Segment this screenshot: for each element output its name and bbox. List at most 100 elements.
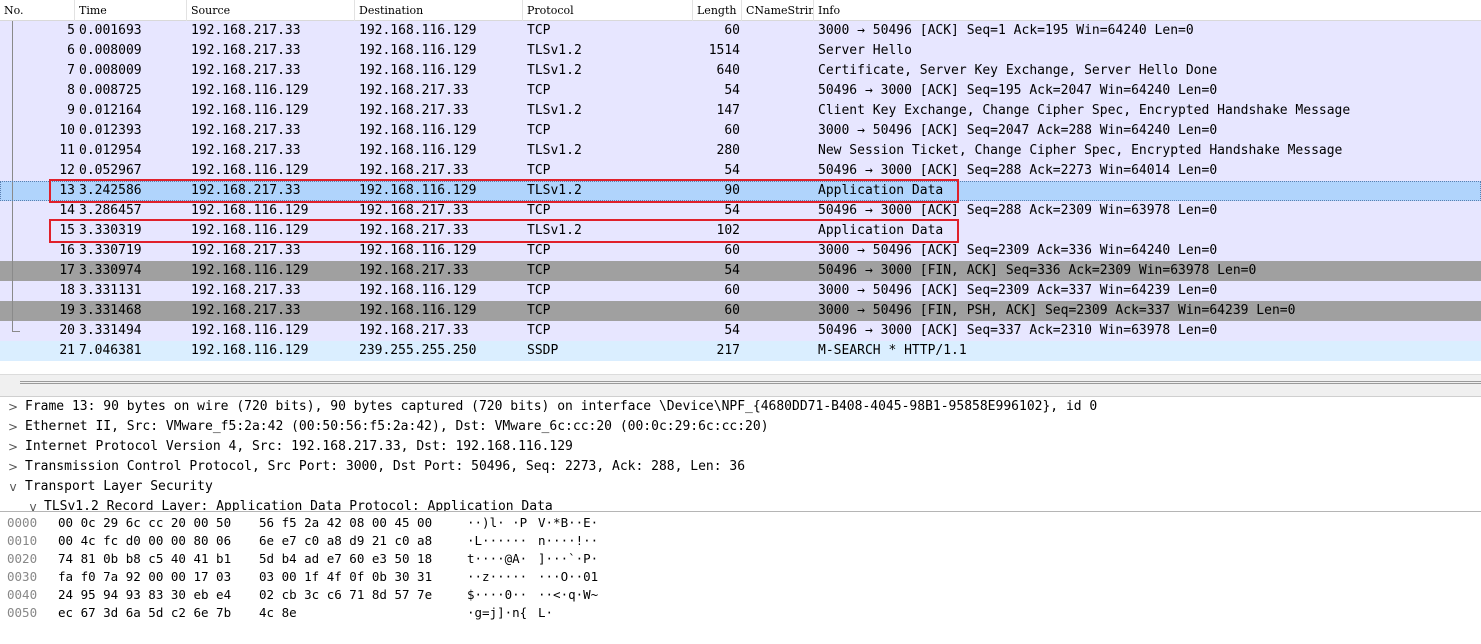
packet-length: 54 (724, 163, 740, 178)
expanded-chevron-icon[interactable]: v (26, 497, 40, 511)
packet-number: 9 (67, 103, 75, 118)
hex-bytes-group-1[interactable]: ec 67 3d 6a 5d c2 6e 7b (58, 604, 231, 622)
hex-bytes-group-1[interactable]: 24 95 94 93 83 30 eb e4 (58, 586, 231, 604)
hex-bytes-group-1[interactable]: fa f0 7a 92 00 00 17 03 (58, 568, 231, 586)
detail-tree-item[interactable]: > Transmission Control Protocol, Src Port… (0, 457, 1481, 477)
packet-time: 0.008009 (79, 43, 142, 58)
ascii-group-2[interactable]: n····!·· (538, 532, 598, 550)
packet-protocol: SSDP (527, 343, 559, 358)
hex-bytes-group-2[interactable]: 4c 8e (259, 604, 297, 622)
packet-row[interactable]: 21 7.046381 192.168.116.129 239.255.255.250… (0, 341, 1481, 361)
hex-bytes-group-2[interactable]: 02 cb 3c c6 71 8d 57 7e (259, 586, 432, 604)
ascii-group-2[interactable]: ]···`·P· (538, 550, 598, 568)
packet-destination: 192.168.217.33 (359, 223, 469, 238)
packet-bytes-pane[interactable]: 0000 00 0c 29 6c cc 20 00 50 56 f5 2a 42 0… (0, 511, 1481, 644)
packet-time: 0.012954 (79, 143, 142, 158)
detail-tree-item[interactable]: > Internet Protocol Version 4, Src: 192.1… (0, 437, 1481, 457)
expanded-chevron-icon[interactable]: v (6, 477, 20, 497)
packet-number: 20 (59, 323, 75, 338)
ascii-group-2[interactable]: ··<·q·W~ (538, 586, 598, 604)
packet-source: 192.168.217.33 (191, 23, 301, 38)
packet-number: 17 (59, 263, 75, 278)
packet-row[interactable]: 20 3.331494 192.168.116.129 192.168.217.33 T… (0, 321, 1481, 341)
packet-source: 192.168.217.33 (191, 143, 301, 158)
detail-tree-item[interactable]: > Ethernet II, Src: VMware_f5:2a:42 (00:5… (0, 417, 1481, 437)
packet-row[interactable]: 9 0.012164 192.168.116.129 192.168.217.33 TL… (0, 101, 1481, 121)
packet-destination: 192.168.217.33 (359, 163, 469, 178)
ascii-group-1[interactable]: ·g=j]·n{ (467, 604, 527, 622)
packet-row[interactable]: 13 3.242586 192.168.217.33 192.168.116.129 T… (0, 181, 1481, 201)
column-header-length[interactable]: Length (693, 0, 742, 21)
hex-offset[interactable]: 0050 (7, 604, 37, 622)
hex-bytes-group-2[interactable]: 03 00 1f 4f 0f 0b 30 31 (259, 568, 432, 586)
ascii-group-1[interactable]: $····0·· (467, 586, 527, 604)
packet-row[interactable]: 8 0.008725 192.168.116.129 192.168.217.33 TC… (0, 81, 1481, 101)
packet-row[interactable]: 14 3.286457 192.168.116.129 192.168.217.33 T… (0, 201, 1481, 221)
column-header-destination[interactable]: Destination (355, 0, 523, 21)
packet-row[interactable]: 17 3.330974 192.168.116.129 192.168.217.33 T… (0, 261, 1481, 281)
packet-info: 3000 → 50496 [ACK] Seq=2047 Ack=288 Win=… (818, 123, 1218, 138)
hex-offset[interactable]: 0010 (7, 532, 37, 550)
column-header-info[interactable]: Info (814, 0, 1481, 21)
ascii-group-2[interactable]: L· (538, 604, 553, 622)
ascii-group-2[interactable]: ···O··01 (538, 568, 598, 586)
ascii-group-1[interactable]: ··z····· (467, 568, 527, 586)
packet-destination: 192.168.116.129 (359, 143, 477, 158)
packet-row[interactable]: 6 0.008009 192.168.217.33 192.168.116.129 TL… (0, 41, 1481, 61)
packet-row[interactable]: 12 0.052967 192.168.116.129 192.168.217.33 T… (0, 161, 1481, 181)
packet-time: 0.008725 (79, 83, 142, 98)
column-header-protocol[interactable]: Protocol (523, 0, 693, 21)
hex-offset[interactable]: 0040 (7, 586, 37, 604)
column-header-source[interactable]: Source (187, 0, 355, 21)
column-header-no[interactable]: No. (0, 0, 75, 21)
ascii-group-1[interactable]: ·L······ (467, 532, 527, 550)
packet-length: 90 (724, 183, 740, 198)
ascii-group-2[interactable]: V·*B··E· (538, 514, 598, 532)
packet-destination: 192.168.217.33 (359, 323, 469, 338)
packet-destination: 192.168.116.129 (359, 243, 477, 258)
collapsed-chevron-icon[interactable]: > (6, 457, 20, 477)
packet-destination: 192.168.217.33 (359, 263, 469, 278)
hex-offset[interactable]: 0020 (7, 550, 37, 568)
packet-destination: 192.168.217.33 (359, 83, 469, 98)
packet-length: 60 (724, 23, 740, 38)
collapsed-chevron-icon[interactable]: > (6, 417, 20, 437)
packet-info: 50496 → 3000 [FIN, ACK] Seq=336 Ack=2309… (818, 263, 1257, 278)
detail-tree-item[interactable]: > Frame 13: 90 bytes on wire (720 bits), … (0, 397, 1481, 417)
packet-row[interactable]: 18 3.331131 192.168.217.33 192.168.116.129 T… (0, 281, 1481, 301)
packet-length: 102 (716, 223, 740, 238)
hex-bytes-group-2[interactable]: 6e e7 c0 a8 d9 21 c0 a8 (259, 532, 432, 550)
packet-number: 10 (59, 123, 75, 138)
hex-offset[interactable]: 0030 (7, 568, 37, 586)
packet-row[interactable]: 16 3.330719 192.168.217.33 192.168.116.129 T… (0, 241, 1481, 261)
packet-info: 3000 → 50496 [FIN, PSH, ACK] Seq=2309 Ac… (818, 303, 1296, 318)
packet-row[interactable]: 10 0.012393 192.168.217.33 192.168.116.129 T… (0, 121, 1481, 141)
ascii-group-1[interactable]: t····@A· (467, 550, 527, 568)
collapsed-chevron-icon[interactable]: > (6, 437, 20, 457)
packet-row[interactable]: 15 3.330319 192.168.116.129 192.168.217.33 T… (0, 221, 1481, 241)
packet-info: Certificate, Server Key Exchange, Server… (818, 63, 1218, 78)
detail-tree-item[interactable]: v TLSv1.2 Record Layer: Application Data … (0, 497, 1481, 511)
packet-protocol: TCP (527, 163, 551, 178)
packet-list[interactable]: No. Time Source Destination Protocol Len… (0, 0, 1481, 374)
packet-row[interactable]: 5 0.001693 192.168.217.33 192.168.116.129 TC… (0, 21, 1481, 41)
hex-bytes-group-1[interactable]: 00 0c 29 6c cc 20 00 50 (58, 514, 231, 532)
pane-splitter[interactable] (0, 374, 1481, 396)
hex-dump-line: 0000 00 0c 29 6c cc 20 00 50 56 f5 2a 42 0… (0, 514, 1481, 532)
detail-tree-item[interactable]: v Transport Layer Security (0, 477, 1481, 497)
column-header-cname[interactable]: CNameString (742, 0, 814, 21)
ascii-group-1[interactable]: ··)l· ·P (467, 514, 527, 532)
hex-bytes-group-2[interactable]: 56 f5 2a 42 08 00 45 00 (259, 514, 432, 532)
collapsed-chevron-icon[interactable]: > (6, 397, 20, 417)
packet-row[interactable]: 19 3.331468 192.168.217.33 192.168.116.129 T… (0, 301, 1481, 321)
splitter-grip[interactable] (20, 381, 1481, 384)
column-header-time[interactable]: Time (75, 0, 187, 21)
packet-row[interactable]: 11 0.012954 192.168.217.33 192.168.116.129 T… (0, 141, 1481, 161)
hex-offset[interactable]: 0000 (7, 514, 37, 532)
hex-bytes-group-1[interactable]: 00 4c fc d0 00 00 80 06 (58, 532, 231, 550)
packet-row[interactable]: 7 0.008009 192.168.217.33 192.168.116.129 TL… (0, 61, 1481, 81)
packet-length: 60 (724, 243, 740, 258)
hex-bytes-group-2[interactable]: 5d b4 ad e7 60 e3 50 18 (259, 550, 432, 568)
hex-bytes-group-1[interactable]: 74 81 0b b8 c5 40 41 b1 (58, 550, 231, 568)
packet-details-pane[interactable]: > Frame 13: 90 bytes on wire (720 bits), … (0, 396, 1481, 511)
